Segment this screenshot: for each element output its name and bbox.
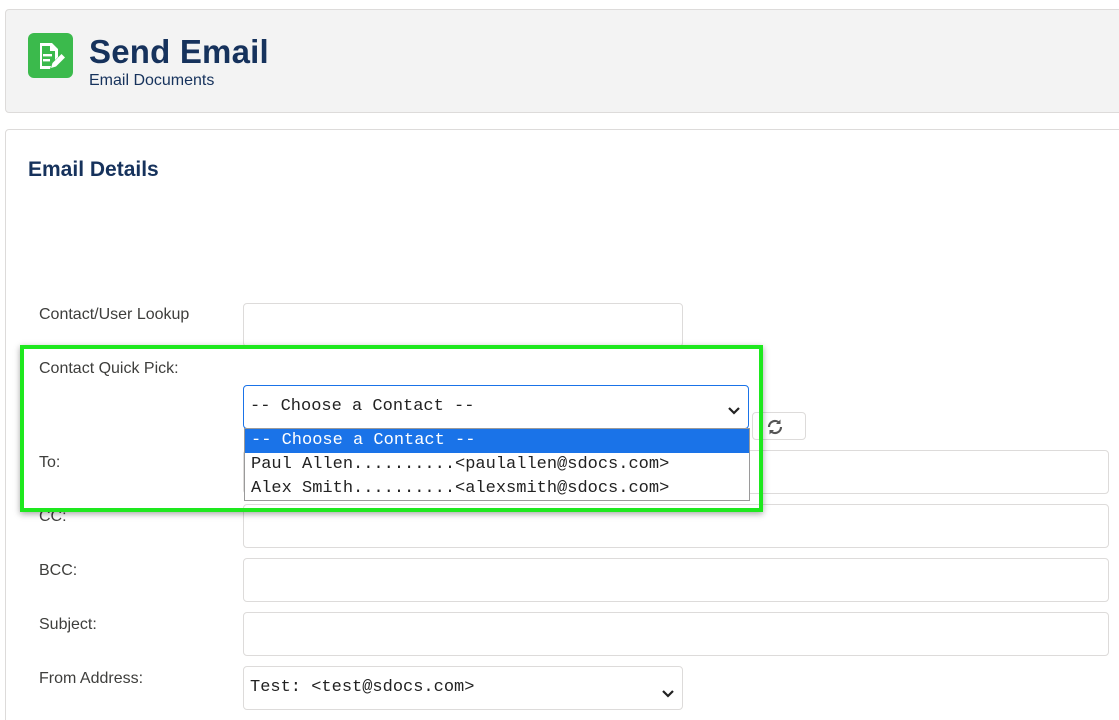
quick-pick-label: Contact Quick Pick: [39, 360, 179, 377]
cc-input[interactable] [243, 504, 1109, 548]
subject-input[interactable] [243, 612, 1109, 656]
bcc-label: BCC: [39, 562, 78, 579]
subject-label: Subject: [39, 616, 97, 633]
dropdown-option[interactable]: Alex Smith..........<alexsmith@sdocs.com… [245, 477, 749, 501]
contact-lookup-input[interactable] [243, 303, 683, 347]
dropdown-option[interactable]: Paul Allen..........<paulallen@sdocs.com… [245, 453, 749, 477]
refresh-button[interactable] [752, 412, 806, 440]
from-address-label: From Address: [39, 670, 144, 687]
cc-label: CC: [39, 508, 67, 525]
refresh-icon [766, 418, 784, 441]
chevron-down-icon [662, 685, 674, 704]
contact-lookup-label: Contact/User Lookup [39, 306, 190, 323]
document-edit-icon [28, 33, 73, 78]
bcc-input[interactable] [243, 558, 1109, 602]
dropdown-option[interactable]: -- Choose a Contact -- [245, 429, 749, 453]
send-email-page: Send Email Email Documents Email Details… [0, 0, 1119, 720]
section-title: Email Details [28, 158, 159, 181]
to-label: To: [39, 454, 61, 471]
chevron-down-icon [728, 402, 740, 421]
from-address-selected-value: Test: <test@sdocs.com> [250, 678, 475, 697]
page-title: Send Email [89, 33, 269, 70]
quick-pick-dropdown-list: -- Choose a Contact -- Paul Allen.......… [244, 428, 750, 501]
quick-pick-selected-value: -- Choose a Contact -- [250, 397, 475, 416]
quick-pick-select[interactable]: -- Choose a Contact -- [243, 385, 749, 429]
page-subtitle: Email Documents [89, 72, 215, 89]
from-address-select[interactable]: Test: <test@sdocs.com> [243, 666, 683, 710]
